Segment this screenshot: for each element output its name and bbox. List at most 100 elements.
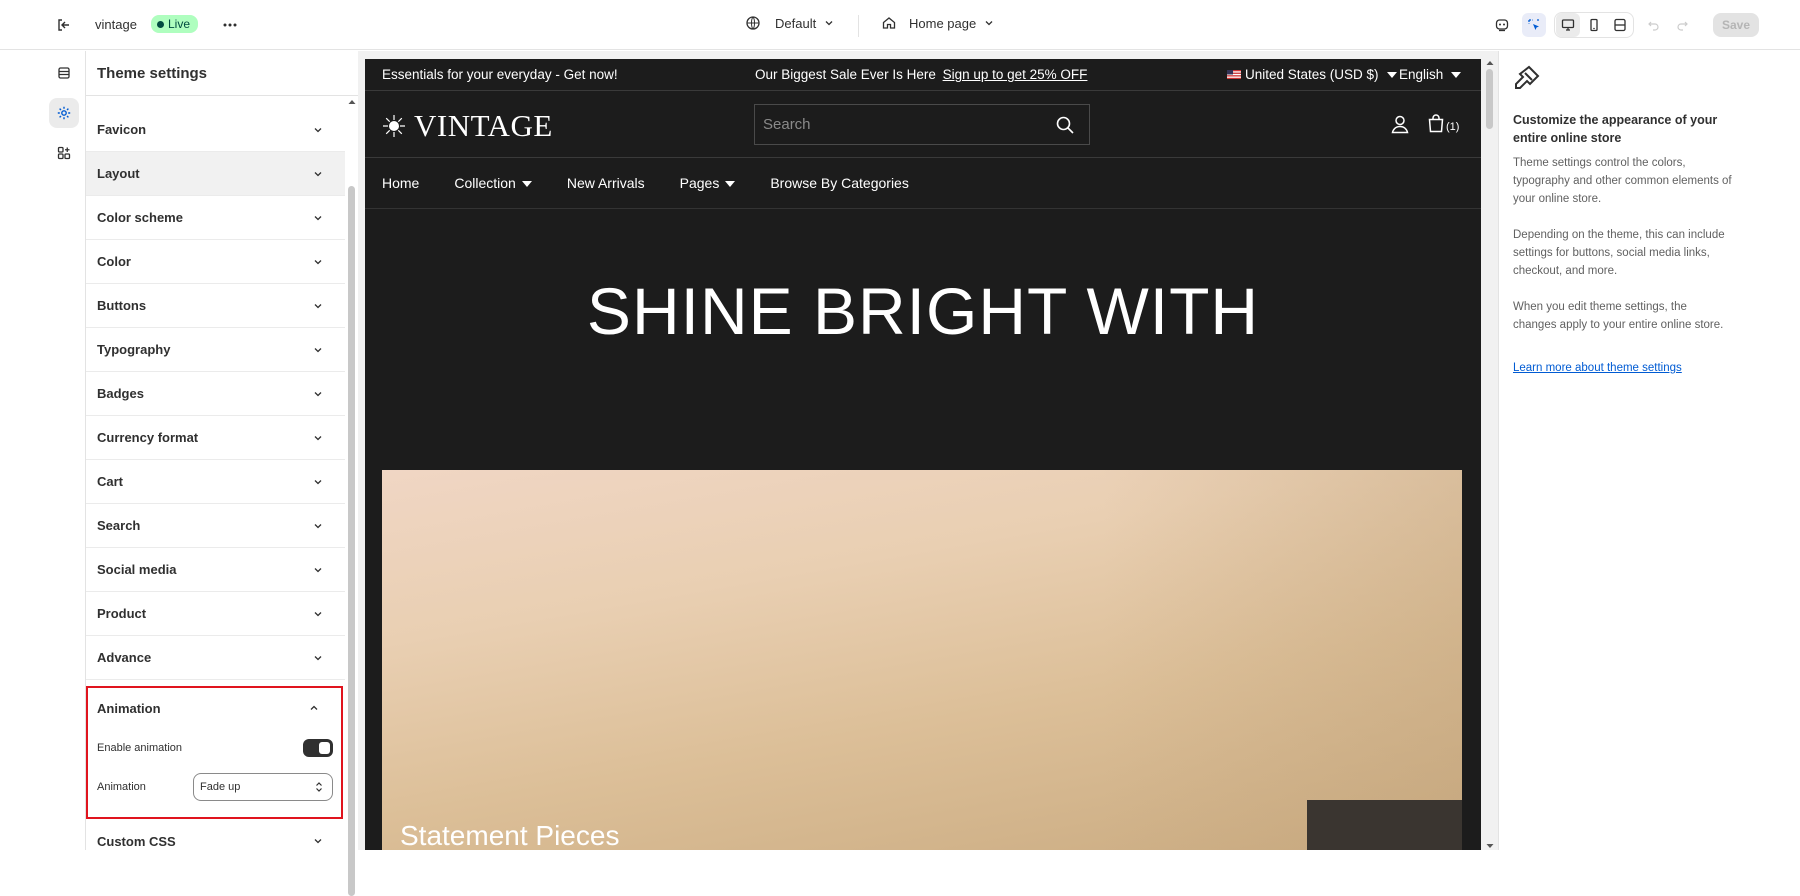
accordion-advance[interactable]: Advance (86, 636, 345, 680)
country-selector[interactable]: United States (USD $) (1227, 67, 1397, 82)
chevron-down-icon (314, 303, 322, 308)
scrollbar-thumb[interactable] (1486, 69, 1493, 129)
accordion-product[interactable]: Product (86, 592, 345, 636)
hero-caption: Statement Pieces (400, 820, 620, 850)
settings-scrollbar[interactable] (346, 94, 356, 896)
caret-down-icon (1451, 71, 1462, 78)
store-logo[interactable]: VINTAGE (382, 108, 553, 144)
accordion-badges[interactable]: Badges (86, 372, 345, 416)
sections-icon[interactable] (49, 58, 79, 88)
theme-selector-label: Default (775, 15, 817, 31)
accordion-label: Advance (97, 650, 152, 665)
accordion-favicon[interactable]: Favicon (86, 108, 345, 152)
scroll-up-arrow-icon (348, 100, 356, 104)
accordion-typography[interactable]: Typography (86, 328, 345, 372)
hero-image-jewelry-box (1307, 800, 1462, 850)
sunburst-logo-icon (383, 115, 405, 137)
animation-select-label: Animation (97, 781, 146, 793)
chevron-down-icon (314, 655, 322, 660)
announcement-center-text: Our Biggest Sale Ever Is Here (755, 67, 936, 82)
enable-animation-toggle[interactable] (303, 739, 333, 757)
accordion-currency-format[interactable]: Currency format (86, 416, 345, 460)
apps-icon[interactable] (49, 138, 79, 168)
accordion-label: Badges (97, 386, 144, 401)
more-actions-icon[interactable] (218, 13, 242, 37)
theme-settings-panel: Theme settings Favicon Layout Color scheme… (86, 51, 358, 896)
enable-animation-row: Enable animation (88, 728, 341, 768)
scroll-up-arrow-icon (1486, 61, 1494, 65)
animation-select[interactable]: Fade up (193, 773, 333, 801)
accordion-animation[interactable]: Animation (88, 688, 341, 728)
theme-selector[interactable]: Default (745, 15, 834, 31)
search-icon[interactable] (1055, 115, 1075, 135)
exit-icon[interactable] (52, 13, 76, 37)
learn-more-link[interactable]: Learn more about theme settings (1513, 362, 1682, 374)
paint-brush-icon (1513, 64, 1541, 97)
toggle-knob (319, 742, 330, 754)
chevron-down-icon (314, 391, 322, 396)
accordion-color[interactable]: Color (86, 240, 345, 284)
chevron-down-icon (825, 21, 833, 26)
accordion-label: Animation (97, 700, 161, 716)
accordion-label: Favicon (97, 122, 147, 137)
announcement-link[interactable]: Sign up to get 25% OFF (943, 67, 1088, 82)
accordion-label: Custom CSS (97, 833, 176, 849)
hero-banner-image[interactable]: Statement Pieces (382, 470, 1462, 850)
save-button[interactable]: Save (1713, 13, 1759, 37)
nav-home[interactable]: Home (382, 175, 419, 191)
chevron-down-icon (314, 839, 322, 844)
accordion-cart[interactable]: Cart (86, 460, 345, 504)
status-badge: Live (151, 15, 199, 33)
mobile-icon[interactable] (1582, 13, 1606, 37)
accordion-label: Cart (97, 474, 124, 489)
cart-bag-icon (1428, 114, 1444, 133)
info-heading: Customize the appearance of your entire … (1513, 113, 1718, 145)
globe-icon (746, 16, 760, 30)
nav-new-arrivals[interactable]: New Arrivals (567, 175, 645, 191)
ai-assistant-icon[interactable] (1490, 13, 1514, 37)
fullscreen-icon[interactable] (1608, 13, 1632, 37)
nav-collection[interactable]: Collection (454, 175, 532, 191)
accordion-label: Buttons (97, 298, 147, 313)
accordion-label: Typography (97, 342, 171, 357)
accordion-buttons[interactable]: Buttons (86, 284, 345, 328)
nav-pages-label: Pages (679, 175, 720, 191)
accordion-label: Layout (97, 166, 140, 181)
cart-button[interactable]: (1) (1427, 113, 1459, 133)
panel-title: Theme settings (97, 65, 208, 82)
store-search-box[interactable]: Search (754, 104, 1090, 145)
title-divider (86, 95, 358, 96)
accordion-layout[interactable]: Layout (86, 152, 345, 196)
caret-down-icon (1386, 71, 1397, 78)
accordion-label: Currency format (97, 430, 199, 445)
us-flag-icon (1227, 70, 1241, 79)
account-icon[interactable] (1390, 114, 1410, 139)
caret-down-icon (521, 181, 532, 188)
info-paragraph-3: When you edit theme settings, the change… (1513, 301, 1724, 331)
accordion-label: Search (97, 518, 141, 533)
scrollbar-thumb[interactable] (348, 186, 355, 896)
accordion-custom-css[interactable]: Custom CSS (86, 819, 345, 863)
undo-icon[interactable] (1642, 13, 1666, 37)
announcement-left: Essentials for your everyday - Get now! (382, 67, 618, 82)
chevron-down-icon (314, 347, 322, 352)
animation-select-value: Fade up (200, 781, 241, 793)
desktop-icon[interactable] (1556, 13, 1580, 37)
chevron-down-icon (314, 259, 322, 264)
accordion-search[interactable]: Search (86, 504, 345, 548)
nav-browse-categories[interactable]: Browse By Categories (770, 175, 909, 191)
inspector-icon[interactable] (1522, 13, 1546, 37)
live-dot-icon (157, 20, 164, 28)
redo-icon[interactable] (1670, 13, 1694, 37)
theme-settings-gear-icon[interactable] (49, 98, 79, 128)
animation-section-expanded: Animation Enable animation Animation Fad… (86, 686, 343, 819)
announcement-bar: Essentials for your everyday - Get now! … (365, 59, 1481, 90)
page-selector[interactable]: Home page (881, 15, 994, 31)
animation-select-row: Animation Fade up (88, 768, 341, 806)
nav-pages[interactable]: Pages (680, 175, 736, 191)
language-selector[interactable]: English (1399, 67, 1462, 82)
accordion-color-scheme[interactable]: Color scheme (86, 196, 345, 240)
chevron-down-icon (314, 435, 322, 440)
preview-scrollbar[interactable] (1484, 59, 1496, 850)
accordion-social-media[interactable]: Social media (86, 548, 345, 592)
